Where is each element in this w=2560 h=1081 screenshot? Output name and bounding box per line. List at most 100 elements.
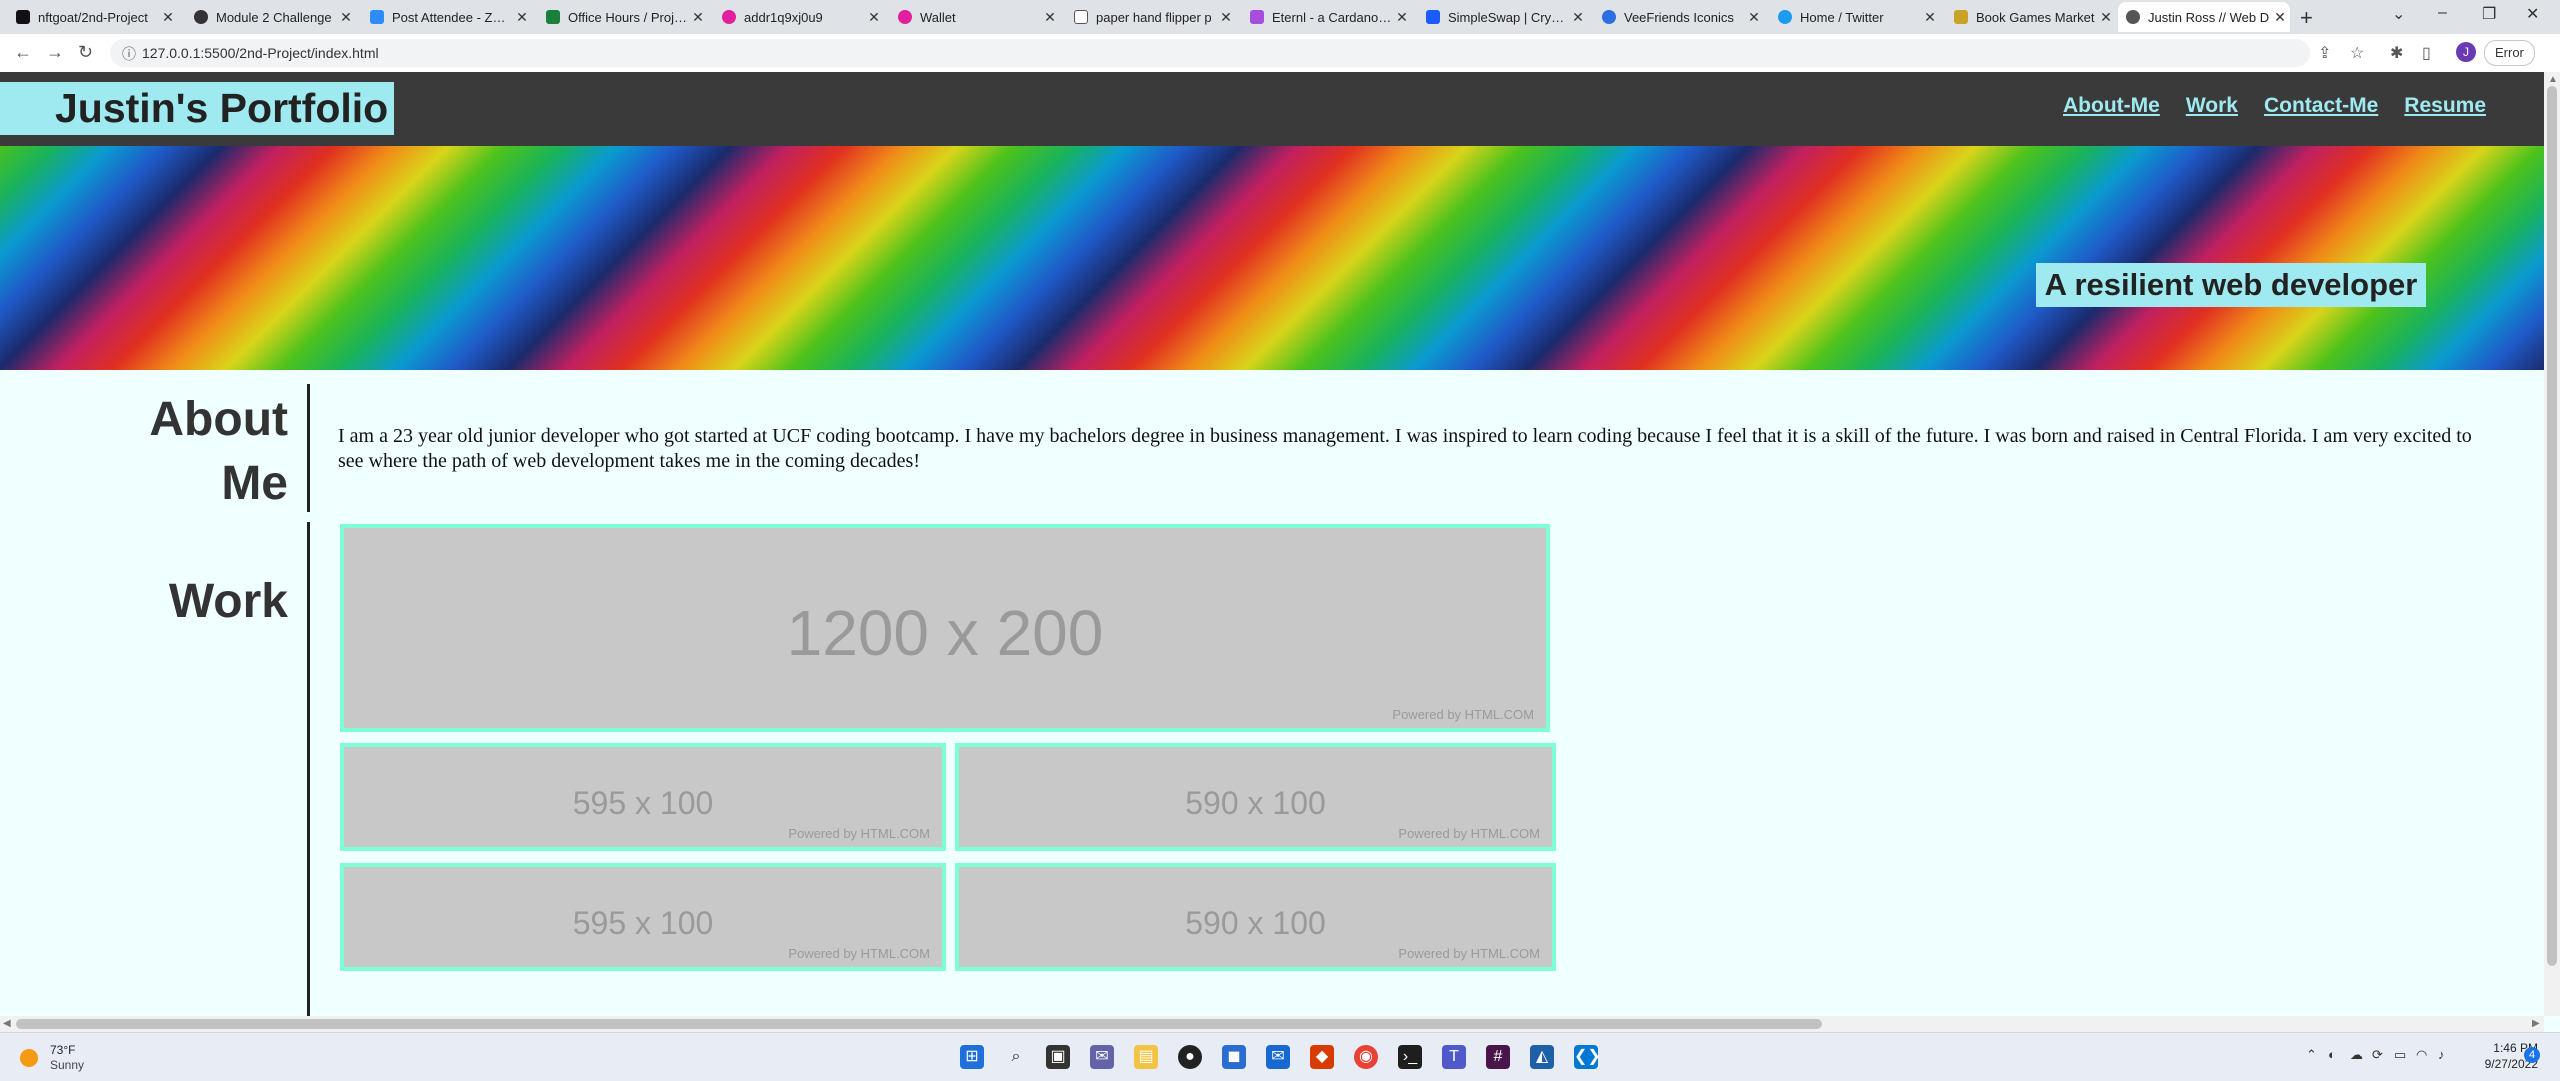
horizontal-scroll-thumb[interactable]	[16, 1019, 1822, 1029]
github-icon	[16, 10, 30, 24]
close-tab-icon[interactable]: ✕	[1216, 9, 1236, 26]
browser-toolbar: ← → ↻ ⓘ 127.0.0.1:5500/2nd-Project/index…	[0, 34, 2560, 73]
search-icon[interactable]: ⌕	[1004, 1045, 1028, 1069]
mail-icon[interactable]: ✉	[1266, 1045, 1290, 1069]
nav-link-contact-me[interactable]: Contact-Me	[2264, 94, 2378, 118]
section-divider	[307, 384, 310, 512]
site-nav: About-Me Work Contact-Me Resume	[2063, 94, 2486, 118]
scroll-up-icon[interactable]: ▲	[2548, 74, 2558, 85]
reload-icon[interactable]: ↻	[78, 42, 93, 63]
close-tab-icon[interactable]: ✕	[336, 9, 356, 26]
close-tab-icon[interactable]: ✕	[1040, 9, 1060, 26]
work-placeholder-image[interactable]: 595 x 100 Powered by HTML.COM	[340, 743, 946, 851]
close-tab-icon[interactable]: ✕	[1744, 9, 1764, 26]
sun-icon[interactable]	[20, 1049, 38, 1067]
work-placeholder-image[interactable]: 595 x 100 Powered by HTML.COM	[340, 863, 946, 971]
battery-icon[interactable]: ▭	[2394, 1047, 2406, 1063]
task-view-icon[interactable]: ▣	[1046, 1045, 1070, 1069]
teams-icon[interactable]: T	[1442, 1045, 1466, 1069]
profile-avatar[interactable]: J	[2456, 42, 2476, 62]
veefriends-icon	[1602, 10, 1616, 24]
hero-tagline: A resilient web developer	[2036, 263, 2426, 307]
forward-icon[interactable]: →	[46, 42, 64, 63]
site-brand: Justin's Portfolio	[0, 82, 394, 135]
close-tab-icon[interactable]: ✕	[512, 9, 532, 26]
hero-banner	[0, 146, 2544, 370]
chrome-icon[interactable]: ◉	[1354, 1045, 1378, 1069]
work-placeholder-image[interactable]: 1200 x 200 Powered by HTML.COM	[340, 524, 1550, 732]
close-tab-icon[interactable]: ✕	[864, 9, 884, 26]
side-panel-icon[interactable]: ▯	[2422, 43, 2431, 63]
onedrive-icon[interactable]: ☁	[2350, 1047, 2363, 1063]
work-heading: Work	[168, 575, 288, 628]
browser-tab[interactable]: Eternl - a Cardano co ✕	[1242, 2, 1412, 32]
vertical-scroll-thumb[interactable]	[2547, 86, 2557, 966]
window-close-button[interactable]: ✕	[2526, 4, 2539, 24]
weather-description[interactable]: Sunny	[50, 1058, 84, 1072]
browser-tab[interactable]: Wallet ✕	[890, 2, 1060, 32]
sync-icon[interactable]: ⟳	[2372, 1047, 2383, 1063]
vertical-scrollbar[interactable]: ▲	[2544, 72, 2560, 1016]
site-info-icon[interactable]: ⓘ	[122, 44, 136, 64]
error-button[interactable]: Error	[2484, 40, 2535, 66]
browser-tab[interactable]: Book Games Market ✕	[1946, 2, 2116, 32]
document-icon	[1074, 10, 1088, 24]
extensions-icon[interactable]: ✱	[2390, 43, 2403, 63]
taskbar: 73°F Sunny ⊞ ⌕ ▣ ✉ ▤ ● ◼ ✉ ◆ ◉ ›_ T # ◭ …	[0, 1032, 2560, 1081]
close-tab-icon[interactable]: ✕	[688, 9, 708, 26]
weather-temperature[interactable]: 73°F	[50, 1043, 75, 1057]
bookmark-star-icon[interactable]: ☆	[2350, 43, 2364, 63]
wifi-icon[interactable]: ◠	[2416, 1047, 2427, 1063]
volume-icon[interactable]: ♪	[2438, 1047, 2445, 1062]
file-explorer-icon[interactable]: ▤	[1134, 1045, 1158, 1069]
minimize-button[interactable]: –	[2438, 4, 2447, 22]
vscode-icon[interactable]: ❮❯	[1574, 1045, 1601, 1069]
browser-tab[interactable]: nftgoat/2nd-Project ✕	[8, 2, 178, 32]
browser-tab[interactable]: Module 2 Challenge ✕	[186, 2, 356, 32]
wallet-icon	[898, 10, 912, 24]
close-tab-icon[interactable]: ✕	[2270, 9, 2290, 26]
close-tab-icon[interactable]: ✕	[1568, 9, 1588, 26]
photos-icon[interactable]: ◭	[1530, 1045, 1554, 1069]
notification-badge[interactable]: 4	[2524, 1047, 2540, 1063]
nav-link-work[interactable]: Work	[2186, 94, 2238, 118]
chat-icon[interactable]: ✉	[1090, 1045, 1114, 1069]
browser-tab[interactable]: Home / Twitter ✕	[1770, 2, 1940, 32]
close-tab-icon[interactable]: ✕	[1392, 9, 1412, 26]
tab-search-icon[interactable]: ⌄	[2392, 4, 2405, 24]
nav-link-resume[interactable]: Resume	[2404, 94, 2486, 118]
scroll-right-icon[interactable]: ▶	[2532, 1018, 2540, 1029]
url-text[interactable]: 127.0.0.1:5500/2nd-Project/index.html	[142, 45, 379, 61]
work-placeholder-image[interactable]: 590 x 100 Powered by HTML.COM	[955, 863, 1556, 971]
browser-tab[interactable]: VeeFriends Iconics ✕	[1594, 2, 1764, 32]
tray-overflow-icon[interactable]: ⌃	[2306, 1047, 2317, 1063]
horizontal-scrollbar[interactable]: ◀ ▶	[0, 1016, 2544, 1032]
book-icon	[1954, 10, 1968, 24]
windows-start-icon[interactable]: ⊞	[960, 1045, 984, 1069]
nav-link-about-me[interactable]: About-Me	[2063, 94, 2160, 118]
new-tab-button[interactable]: +	[2300, 5, 2313, 31]
maximize-button[interactable]: ❐	[2482, 4, 2496, 24]
browser-tab-active[interactable]: Justin Ross // Web D ✕	[2118, 2, 2290, 32]
browser-tab[interactable]: SimpleSwap | Crypto ✕	[1418, 2, 1588, 32]
browser-tab[interactable]: addr1q9xj0u9 ✕	[714, 2, 884, 32]
scroll-left-icon[interactable]: ◀	[3, 1018, 11, 1029]
browser-tab[interactable]: Post Attendee - Zoom ✕	[362, 2, 532, 32]
browser-tab[interactable]: Office Hours / Project ✕	[538, 2, 708, 32]
web-page: Justin's Portfolio About-Me Work Contact…	[0, 72, 2544, 1016]
work-placeholder-image[interactable]: 590 x 100 Powered by HTML.COM	[955, 743, 1556, 851]
zoom-icon	[370, 10, 384, 24]
back-icon[interactable]: ←	[14, 42, 32, 63]
address-bar[interactable]: ⓘ 127.0.0.1:5500/2nd-Project/index.html	[110, 39, 2310, 67]
tray-app-icon[interactable]: ◐	[2328, 1047, 2336, 1062]
close-tab-icon[interactable]: ✕	[1920, 9, 1940, 26]
browser-tab[interactable]: paper hand flipper p ✕	[1066, 2, 1236, 32]
dell-icon[interactable]: ●	[1178, 1045, 1202, 1069]
close-tab-icon[interactable]: ✕	[2096, 9, 2116, 26]
close-tab-icon[interactable]: ✕	[158, 9, 178, 26]
share-icon[interactable]: ⇪	[2318, 43, 2331, 63]
terminal-icon[interactable]: ›_	[1398, 1045, 1422, 1069]
slack-icon[interactable]: #	[1486, 1045, 1510, 1069]
store-icon[interactable]: ◼	[1222, 1045, 1246, 1069]
office-icon[interactable]: ◆	[1310, 1045, 1334, 1069]
